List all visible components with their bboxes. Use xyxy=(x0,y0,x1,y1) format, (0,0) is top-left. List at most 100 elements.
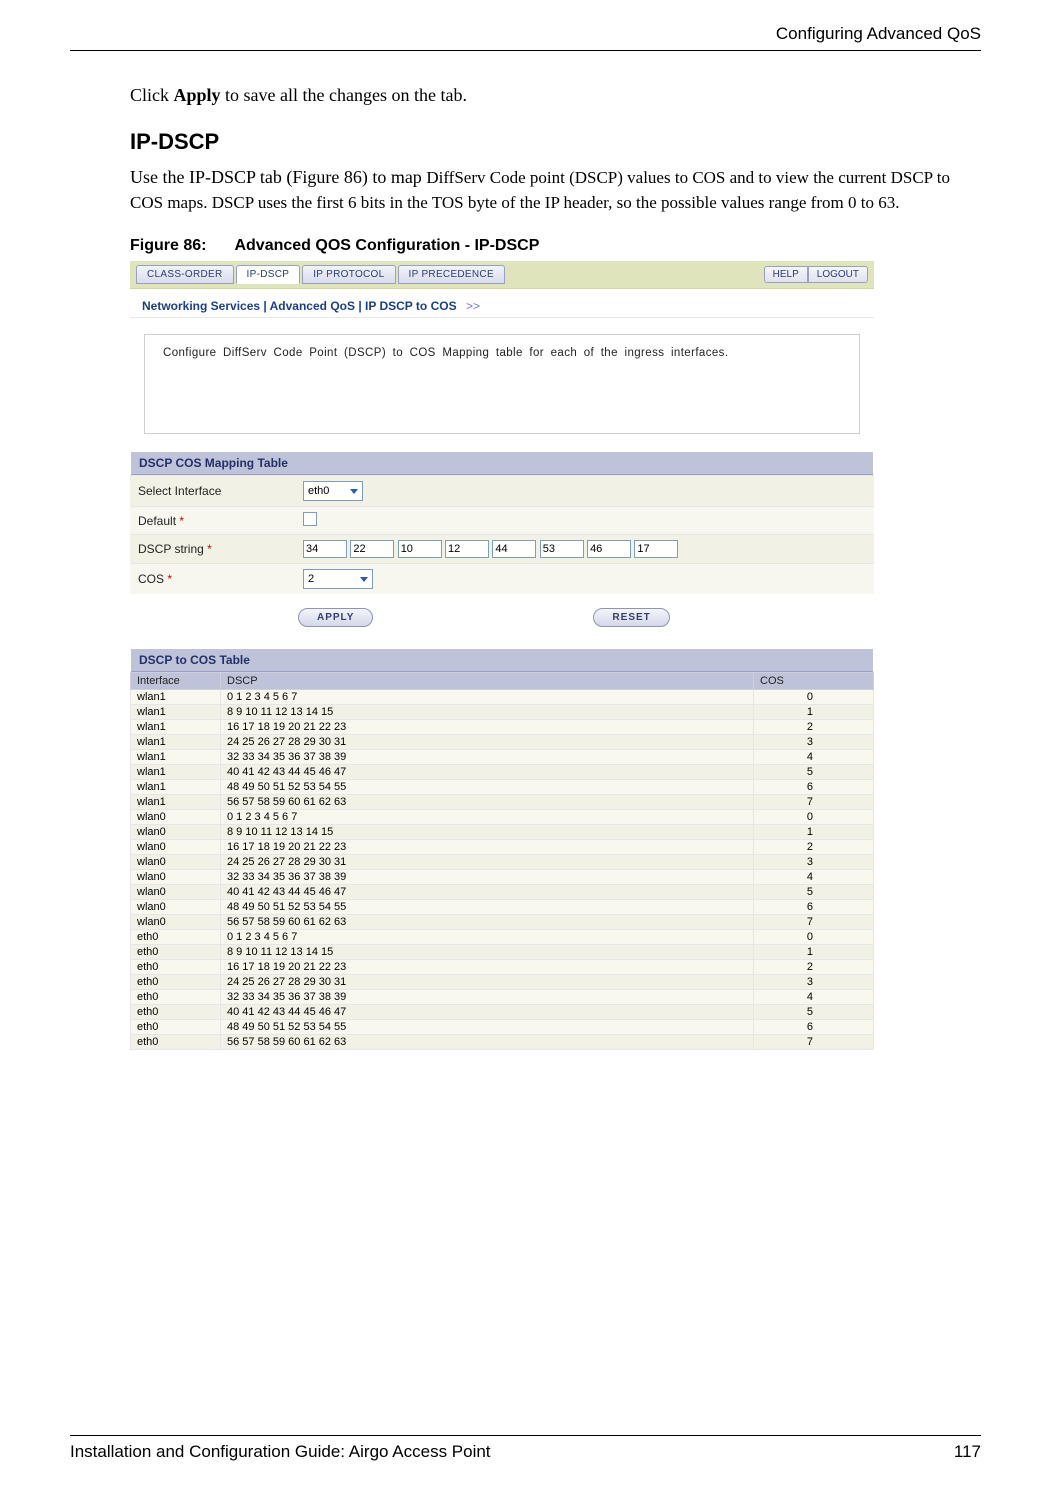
mapping-table-header: DSCP COS Mapping Table xyxy=(131,452,873,475)
dscp-input-1[interactable] xyxy=(350,540,394,558)
cell-cos: 3 xyxy=(754,855,874,870)
table-row: wlan024 25 26 27 28 29 30 313 xyxy=(131,855,874,870)
cell-cos: 7 xyxy=(754,915,874,930)
figure-title: Advanced QOS Configuration - IP-DSCP xyxy=(234,237,539,254)
cell-interface: eth0 xyxy=(131,945,221,960)
cell-interface: eth0 xyxy=(131,1005,221,1020)
header-rule xyxy=(70,50,981,51)
logout-button[interactable]: LOGOUT xyxy=(808,266,868,283)
cell-dscp: 32 33 34 35 36 37 38 39 xyxy=(221,990,754,1005)
cell-cos: 7 xyxy=(754,795,874,810)
cell-dscp: 32 33 34 35 36 37 38 39 xyxy=(221,870,754,885)
tab-bar: CLASS-ORDER IP-DSCP IP PROTOCOL IP PRECE… xyxy=(130,261,874,289)
cell-dscp: 24 25 26 27 28 29 30 31 xyxy=(221,975,754,990)
cell-cos: 3 xyxy=(754,975,874,990)
cell-cos: 1 xyxy=(754,705,874,720)
tab-ip-dscp[interactable]: IP-DSCP xyxy=(236,265,301,284)
dscp-cos-table-header: DSCP to COS Table xyxy=(131,649,873,672)
cell-interface: eth0 xyxy=(131,990,221,1005)
breadcrumb-text: Networking Services | Advanced QoS | IP … xyxy=(142,299,457,313)
dscp-input-7[interactable] xyxy=(634,540,678,558)
cell-dscp: 40 41 42 43 44 45 46 47 xyxy=(221,765,754,780)
table-row: wlan140 41 42 43 44 45 46 475 xyxy=(131,765,874,780)
cos-dropdown[interactable]: 2 xyxy=(303,569,373,589)
apply-button[interactable]: APPLY xyxy=(298,608,373,627)
button-row: APPLY RESET xyxy=(130,602,874,649)
dscp-input-4[interactable] xyxy=(492,540,536,558)
cell-dscp: 56 57 58 59 60 61 62 63 xyxy=(221,1035,754,1050)
label-dscp-string: DSCP string xyxy=(138,542,207,556)
cell-dscp: 0 1 2 3 4 5 6 7 xyxy=(221,930,754,945)
cell-cos: 0 xyxy=(754,810,874,825)
table-row: wlan016 17 18 19 20 21 22 232 xyxy=(131,840,874,855)
cell-dscp: 16 17 18 19 20 21 22 23 xyxy=(221,960,754,975)
cell-cos: 5 xyxy=(754,885,874,900)
cell-interface: eth0 xyxy=(131,930,221,945)
cell-cos: 6 xyxy=(754,780,874,795)
table-row: wlan132 33 34 35 36 37 38 394 xyxy=(131,750,874,765)
footer-page-number: 117 xyxy=(954,1442,981,1462)
table-row: wlan00 1 2 3 4 5 6 70 xyxy=(131,810,874,825)
intro-apply-word: Apply xyxy=(174,85,221,105)
required-star: * xyxy=(179,514,184,528)
cell-interface: wlan1 xyxy=(131,750,221,765)
cell-interface: eth0 xyxy=(131,1035,221,1050)
breadcrumb: Networking Services | Advanced QoS | IP … xyxy=(142,299,480,313)
table-row: eth048 49 50 51 52 53 54 556 xyxy=(131,1020,874,1035)
cell-cos: 6 xyxy=(754,900,874,915)
cell-dscp: 0 1 2 3 4 5 6 7 xyxy=(221,810,754,825)
table-row: eth056 57 58 59 60 61 62 637 xyxy=(131,1035,874,1050)
dscp-input-5[interactable] xyxy=(540,540,584,558)
cell-interface: wlan1 xyxy=(131,765,221,780)
tab-ip-protocol[interactable]: IP PROTOCOL xyxy=(302,265,395,284)
table-row: wlan18 9 10 11 12 13 14 151 xyxy=(131,705,874,720)
footer-left: Installation and Configuration Guide: Ai… xyxy=(70,1442,491,1462)
cell-dscp: 32 33 34 35 36 37 38 39 xyxy=(221,750,754,765)
table-row: wlan10 1 2 3 4 5 6 70 xyxy=(131,690,874,705)
label-default: Default xyxy=(138,514,179,528)
figure-number: Figure 86: xyxy=(130,237,206,254)
dscp-input-3[interactable] xyxy=(445,540,489,558)
cell-interface: wlan0 xyxy=(131,915,221,930)
table-row: wlan08 9 10 11 12 13 14 151 xyxy=(131,825,874,840)
chevron-down-icon xyxy=(360,577,368,582)
table-row: wlan156 57 58 59 60 61 62 637 xyxy=(131,795,874,810)
reset-button[interactable]: RESET xyxy=(593,608,669,627)
cell-interface: wlan1 xyxy=(131,705,221,720)
info-box: Configure DiffServ Code Point (DSCP) to … xyxy=(144,334,860,434)
chevron-down-icon xyxy=(350,489,358,494)
table-row: wlan032 33 34 35 36 37 38 394 xyxy=(131,870,874,885)
default-checkbox[interactable] xyxy=(303,512,317,526)
cell-cos: 5 xyxy=(754,765,874,780)
cell-interface: wlan0 xyxy=(131,840,221,855)
table-row: eth00 1 2 3 4 5 6 70 xyxy=(131,930,874,945)
select-interface-dropdown[interactable]: eth0 xyxy=(303,481,363,501)
label-select-interface: Select Interface xyxy=(138,484,221,498)
cell-dscp: 16 17 18 19 20 21 22 23 xyxy=(221,840,754,855)
tab-class-order[interactable]: CLASS-ORDER xyxy=(136,265,234,284)
col-interface: Interface xyxy=(131,673,221,690)
dscp-input-0[interactable] xyxy=(303,540,347,558)
cell-dscp: 40 41 42 43 44 45 46 47 xyxy=(221,1005,754,1020)
cell-dscp: 16 17 18 19 20 21 22 23 xyxy=(221,720,754,735)
cell-cos: 5 xyxy=(754,1005,874,1020)
required-star: * xyxy=(167,572,172,586)
cell-dscp: 48 49 50 51 52 53 54 55 xyxy=(221,900,754,915)
cell-interface: eth0 xyxy=(131,975,221,990)
breadcrumb-row: Networking Services | Advanced QoS | IP … xyxy=(130,289,874,318)
page-footer: Installation and Configuration Guide: Ai… xyxy=(70,1435,981,1462)
cell-dscp: 56 57 58 59 60 61 62 63 xyxy=(221,795,754,810)
tab-ip-precedence[interactable]: IP PRECEDENCE xyxy=(398,265,505,284)
cell-cos: 1 xyxy=(754,825,874,840)
table-row: eth08 9 10 11 12 13 14 151 xyxy=(131,945,874,960)
intro-text-1: Click xyxy=(130,85,174,105)
dscp-input-6[interactable] xyxy=(587,540,631,558)
cell-interface: wlan0 xyxy=(131,900,221,915)
cell-interface: wlan0 xyxy=(131,870,221,885)
dscp-input-2[interactable] xyxy=(398,540,442,558)
cell-dscp: 48 49 50 51 52 53 54 55 xyxy=(221,780,754,795)
cell-interface: wlan0 xyxy=(131,885,221,900)
cell-interface: wlan1 xyxy=(131,720,221,735)
help-button[interactable]: HELP xyxy=(764,266,808,283)
cell-dscp: 40 41 42 43 44 45 46 47 xyxy=(221,885,754,900)
